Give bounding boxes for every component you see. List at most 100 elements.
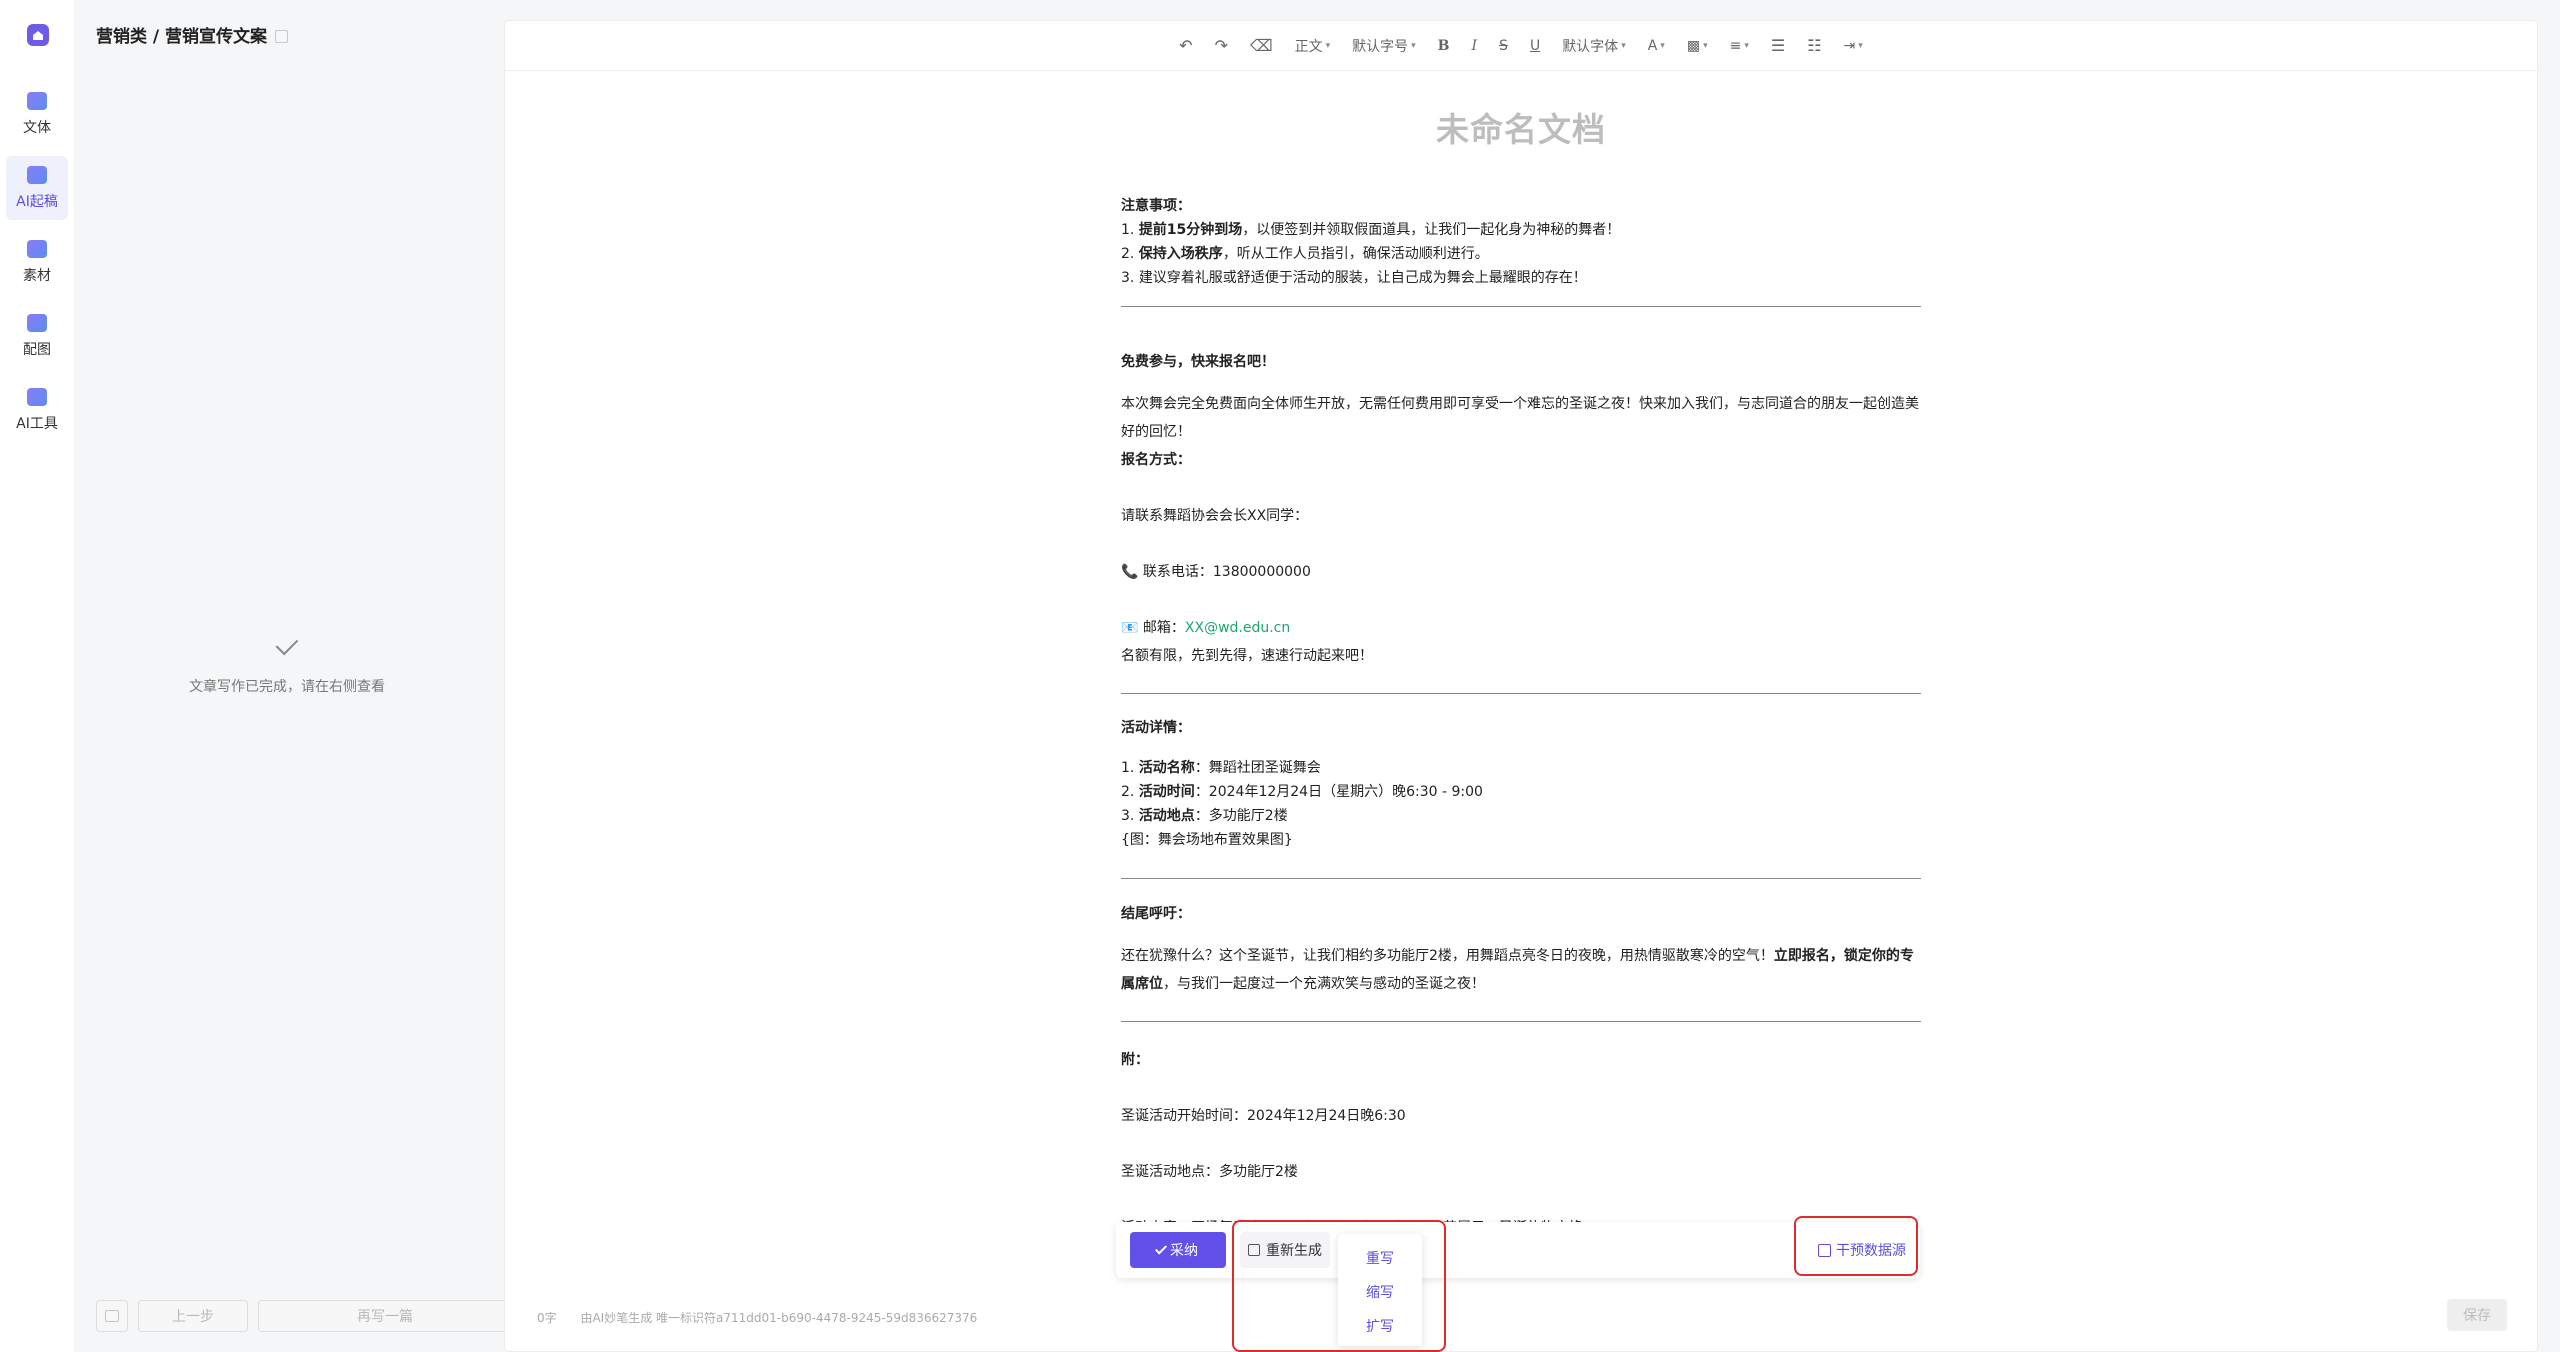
- detail-item-2: 2. 活动时间：2024年12月24日（星期六）晚6:30 - 9:00: [1121, 784, 1483, 800]
- free-paragraph: 本次舞会完全免费面向全体师生开放，无需任何费用即可享受一个难忘的圣诞之夜！快来加…: [1121, 396, 1919, 440]
- strikethrough-button[interactable]: S: [1488, 38, 1519, 54]
- highlight-icon: ▩: [1686, 37, 1701, 54]
- chevron-down-icon: ▾: [1858, 40, 1863, 51]
- history-button[interactable]: [96, 1300, 128, 1332]
- save-button[interactable]: 保存: [2447, 1299, 2507, 1331]
- ai-identifier: 由AI妙笔生成 唯一标识符a711dd01-b690-4478-9245-59d…: [580, 1311, 978, 1325]
- document-title[interactable]: 未命名文档: [505, 103, 2537, 151]
- editor-panel: ↶ ↷ ⌫ 正文 ▾ 默认字号 ▾ B I S U 默认字体 ▾ A ▾ ▩ ▾ ≡ ▾ ☰…: [504, 20, 2538, 1352]
- note-2-bold: 保持入场秩序: [1138, 246, 1223, 262]
- left-nav: 文体 AI起稿 素材 配图 AI工具: [0, 0, 74, 1352]
- intervene-label: 干预数据源: [1836, 1243, 1906, 1259]
- detail-3-text: ：多功能厅2楼: [1194, 808, 1288, 824]
- nav-item-style[interactable]: 文体: [6, 82, 68, 146]
- details-heading: 活动详情：: [1121, 720, 1191, 736]
- undo-icon[interactable]: ↶: [1168, 36, 1203, 55]
- nav-item-label: 文体: [23, 119, 51, 136]
- divider: [1121, 878, 1921, 879]
- divider: [1121, 306, 1921, 307]
- divider: [1121, 1021, 1921, 1022]
- redo-icon[interactable]: ↷: [1204, 36, 1239, 55]
- free-heading: 免费参与，快来报名吧！: [1121, 354, 1275, 370]
- check-icon: [1154, 1241, 1168, 1255]
- nav-item-ai-tools[interactable]: AI工具: [6, 378, 68, 442]
- eraser-icon[interactable]: ⌫: [1239, 36, 1284, 55]
- menu-item-expand[interactable]: 扩写: [1338, 1312, 1422, 1342]
- completion-text: 文章写作已完成，请在右侧查看: [189, 679, 385, 695]
- paragraph-select[interactable]: 正文 ▾: [1284, 36, 1342, 56]
- ai-draft-icon: [27, 165, 47, 184]
- completion-status: 文章写作已完成，请在右侧查看: [74, 632, 500, 696]
- regenerate-button[interactable]: 重新生成: [1240, 1232, 1330, 1268]
- font-color-select[interactable]: A ▾: [1637, 38, 1676, 54]
- nav-item-images[interactable]: 配图: [6, 304, 68, 368]
- align-select[interactable]: ≡ ▾: [1719, 38, 1760, 54]
- indent-select[interactable]: ⇥ ▾: [1833, 38, 1874, 54]
- ai-action-bar: 采纳 重新生成 干预数据源: [1116, 1222, 1920, 1278]
- detail-1-bold: 活动名称: [1138, 760, 1195, 776]
- detail-item-3: 3. 活动地点：多功能厅2楼: [1121, 808, 1288, 824]
- rewrite-button[interactable]: 再写一篇: [258, 1300, 512, 1332]
- note-1-bold: 提前15分钟到场: [1138, 222, 1243, 238]
- data-source-icon: [1818, 1243, 1831, 1257]
- highlight-select[interactable]: ▩ ▾: [1676, 38, 1719, 54]
- nav-item-materials[interactable]: 素材: [6, 230, 68, 294]
- appendix-start-time: 圣诞活动开始时间：2024年12月24日晚6:30: [1121, 1108, 1406, 1124]
- menu-item-rewrite[interactable]: 重写: [1338, 1244, 1422, 1274]
- align-left-icon: ≡: [1729, 37, 1742, 54]
- checkmark-icon: [275, 632, 299, 656]
- breadcrumb: 营销类 / 营销宣传文案: [96, 22, 289, 47]
- chevron-down-icon: ▾: [1411, 40, 1416, 51]
- bold-button[interactable]: B: [1427, 38, 1461, 54]
- nav-item-label: 素材: [23, 267, 51, 284]
- middle-panel: 营销类 / 营销宣传文案 文章写作已完成，请在右侧查看 上一步 再写一篇: [74, 0, 512, 1352]
- edit-icon[interactable]: [275, 30, 289, 43]
- detail-1-text: ：舞蹈社团圣诞舞会: [1194, 760, 1321, 776]
- chevron-down-icon: ▾: [1703, 40, 1708, 51]
- font-size-select[interactable]: 默认字号 ▾: [1341, 36, 1427, 56]
- detail-3-bold: 活动地点: [1138, 808, 1195, 824]
- note-1-text: ，以便签到并领取假面道具，让我们一起化身为神秘的舞者！: [1242, 222, 1621, 238]
- adopt-label: 采纳: [1170, 1243, 1198, 1259]
- word-count-value: 0字: [537, 1311, 557, 1325]
- hurry-line: 名额有限，先到先得，速速行动起来吧！: [1121, 648, 1373, 664]
- closing-heading: 结尾呼吁：: [1121, 906, 1191, 922]
- chevron-down-icon: ▾: [1325, 40, 1331, 51]
- phone-line: 📞 联系电话：13800000000: [1121, 564, 1311, 580]
- signup-heading: 报名方式：: [1121, 452, 1191, 468]
- ai-tools-icon: [27, 387, 47, 406]
- numbered-list-icon[interactable]: ☷: [1796, 36, 1832, 55]
- closing-text-a: 还在犹豫什么？这个圣诞节，让我们相约多功能厅2楼，用舞蹈点亮冬日的夜晚，用热情驱…: [1121, 948, 1774, 964]
- note-2-text: ，听从工作人员指引，确保活动顺利进行。: [1222, 246, 1489, 262]
- regenerate-label: 重新生成: [1266, 1243, 1322, 1259]
- bullet-list-icon[interactable]: ☰: [1760, 36, 1796, 55]
- detail-2-text: ：2024年12月24日（星期六）晚6:30 - 9:00: [1194, 784, 1483, 800]
- email-link[interactable]: XX@wd.edu.cn: [1185, 620, 1290, 636]
- nav-item-label: AI起稿: [16, 193, 58, 210]
- word-count: 0字 由AI妙笔生成 唯一标识符a711dd01-b690-4478-9245-…: [537, 1309, 977, 1326]
- home-icon[interactable]: [27, 24, 49, 46]
- editor-toolbar: ↶ ↷ ⌫ 正文 ▾ 默认字号 ▾ B I S U 默认字体 ▾ A ▾ ▩ ▾ ≡ ▾ ☰…: [505, 21, 2537, 71]
- notes-heading: 注意事项：: [1121, 198, 1191, 214]
- prev-step-button[interactable]: 上一步: [138, 1300, 248, 1332]
- note-item-1: 1. 提前15分钟到场，以便签到并领取假面道具，让我们一起化身为神秘的舞者！: [1121, 222, 1621, 238]
- intervene-data-source-button[interactable]: 干预数据源: [1818, 1240, 1906, 1260]
- detail-item-1: 1. 活动名称：舞蹈社团圣诞舞会: [1121, 760, 1321, 776]
- underline-button[interactable]: U: [1519, 38, 1551, 54]
- middle-footer: 上一步 再写一篇: [96, 1300, 512, 1332]
- nav-item-ai-draft[interactable]: AI起稿: [6, 156, 68, 220]
- italic-button[interactable]: I: [1461, 38, 1489, 54]
- chevron-down-icon: ▾: [1660, 40, 1665, 51]
- regenerate-icon: [1248, 1244, 1260, 1256]
- font-family-select[interactable]: 默认字体 ▾: [1551, 36, 1637, 56]
- font-size-label: 默认字号: [1352, 38, 1409, 55]
- divider: [1121, 693, 1921, 694]
- adopt-button[interactable]: 采纳: [1130, 1232, 1226, 1268]
- appendix-location: 圣诞活动地点：多功能厅2楼: [1121, 1164, 1298, 1180]
- nav-item-label: 配图: [23, 341, 51, 358]
- menu-item-shorten[interactable]: 缩写: [1338, 1278, 1422, 1308]
- regenerate-menu: 重写 缩写 扩写: [1338, 1234, 1422, 1346]
- style-icon: [27, 91, 47, 110]
- contact-line: 请联系舞蹈协会会长XX同学：: [1121, 508, 1309, 524]
- image-icon: [27, 313, 47, 332]
